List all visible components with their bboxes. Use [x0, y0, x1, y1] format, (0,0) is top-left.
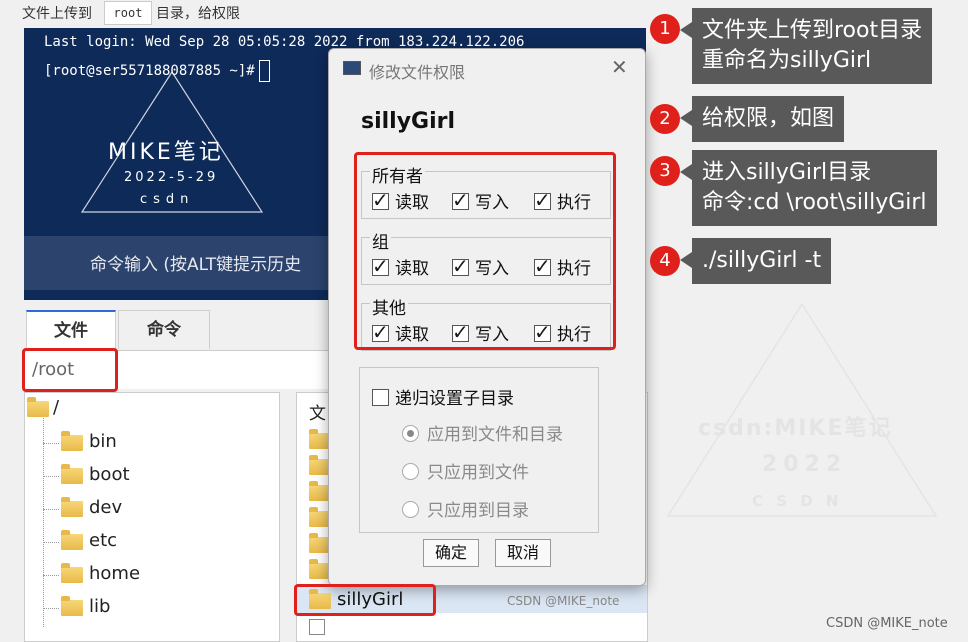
file-list-header: 文	[309, 404, 326, 424]
callout-1-line2: 重命名为sillyGirl	[702, 48, 872, 73]
toolbar-caption: 文件上传到 root 目录，给权限	[0, 0, 660, 26]
radio-icon	[402, 463, 419, 480]
caption-suffix: 目录，给权限	[156, 6, 240, 22]
callout-2: 给权限，如图	[679, 96, 845, 142]
callout-4-line1: ./sillyGirl -t	[702, 248, 822, 273]
tree-item-bin[interactable]: bin	[89, 431, 117, 452]
footer-credit: CSDN @MIKE_note	[826, 616, 948, 631]
watermark-title: MIKE笔记	[108, 140, 224, 165]
tree-branch	[43, 509, 59, 510]
ok-button[interactable]: 确定	[423, 539, 479, 567]
checkbox-unchecked-icon	[372, 389, 389, 406]
directory-tree[interactable]: / bin boot dev etc home lib	[24, 392, 280, 642]
tree-item-lib[interactable]: lib	[89, 596, 110, 617]
radio-selected-icon	[402, 425, 419, 442]
tab-files[interactable]: 文件	[26, 310, 116, 350]
callout-1-line1: 文件夹上传到root目录	[702, 18, 923, 43]
close-icon[interactable]: ✕	[611, 55, 628, 79]
callout-3-line2: 命令:cd \root\sillyGirl	[702, 190, 927, 215]
right-watermark-line3: C S D N	[752, 492, 843, 510]
tree-item-root[interactable]: /	[53, 397, 59, 418]
recursive-label: 递归设置子目录	[395, 389, 514, 409]
callout-3-line1: 进入sillyGirl目录	[702, 160, 872, 185]
folder-icon	[61, 530, 83, 550]
right-watermark-line2: 2022	[762, 452, 848, 477]
right-watermark-line1: csdn:MIKE笔记	[698, 416, 893, 441]
tree-guide	[43, 415, 44, 627]
caption-prefix: 文件上传到	[22, 6, 92, 22]
highlight-sillygirl	[294, 584, 436, 616]
folder-link-icon	[61, 596, 83, 616]
tree-item-dev[interactable]: dev	[89, 497, 122, 518]
callout-1: 文件夹上传到root目录 重命名为sillyGirl	[679, 8, 933, 84]
terminal-prompt: [root@ser557188087885 ~]#	[44, 60, 270, 82]
tree-item-home[interactable]: home	[89, 563, 140, 584]
radio-files-and-dirs[interactable]: 应用到文件和目录	[402, 420, 563, 445]
command-input-placeholder: 命令输入 (按ALT键提示历史	[90, 255, 302, 275]
dialog-filename: sillyGirl	[361, 109, 456, 134]
folder-icon	[61, 464, 83, 484]
tree-branch	[43, 476, 59, 477]
callout-4: ./sillyGirl -t	[679, 238, 832, 284]
tree-branch	[43, 542, 59, 543]
root-chip: root	[104, 1, 152, 25]
radio-label: 只应用到文件	[427, 463, 529, 483]
radio-dirs-only[interactable]: 只应用到目录	[402, 496, 529, 521]
step-badge-1: 1	[650, 14, 680, 44]
folder-link-icon	[61, 431, 83, 451]
folder-icon	[61, 563, 83, 583]
cursor-icon	[258, 60, 270, 82]
radio-icon	[402, 501, 419, 518]
recursive-checkbox[interactable]: 递归设置子目录	[372, 384, 514, 409]
step-badge-2: 2	[650, 104, 680, 134]
file-icon	[309, 619, 325, 635]
highlight-path	[22, 348, 118, 392]
tab-commands[interactable]: 命令	[118, 310, 210, 349]
tree-branch	[43, 608, 59, 609]
prompt-text: [root@ser557188087885 ~]#	[44, 63, 255, 79]
step-badge-3: 3	[650, 156, 680, 186]
tree-branch	[43, 575, 59, 576]
watermark-sub: csdn	[140, 192, 195, 207]
cancel-button[interactable]: 取消	[495, 539, 551, 567]
highlight-permissions	[354, 152, 616, 350]
callout-2-line1: 给权限，如图	[702, 106, 835, 131]
folder-icon	[61, 497, 83, 517]
tree-item-etc[interactable]: etc	[89, 530, 117, 551]
tree-branch	[43, 443, 59, 444]
app-icon	[343, 61, 361, 75]
watermark-date: 2022-5-29	[124, 170, 219, 185]
tree-item-boot[interactable]: boot	[89, 464, 130, 485]
file-list-watermark: CSDN @MIKE_note	[507, 594, 620, 608]
step-badge-4: 4	[650, 246, 680, 276]
dialog-title: 修改文件权限	[369, 63, 466, 82]
radio-files-only[interactable]: 只应用到文件	[402, 458, 529, 483]
recursive-group: 递归设置子目录 应用到文件和目录 只应用到文件 只应用到目录	[359, 367, 599, 533]
radio-label: 应用到文件和目录	[427, 425, 563, 445]
callout-3: 进入sillyGirl目录 命令:cd \root\sillyGirl	[680, 150, 937, 226]
radio-label: 只应用到目录	[427, 501, 529, 521]
folder-icon	[27, 397, 49, 417]
